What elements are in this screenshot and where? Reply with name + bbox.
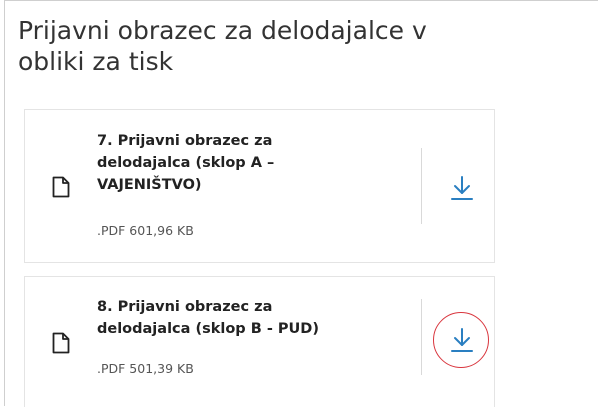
document-title[interactable]: 7. Prijavni obrazec za delodajalca (sklo… bbox=[97, 130, 327, 196]
download-icon bbox=[451, 328, 473, 352]
document-icon bbox=[52, 176, 70, 198]
divider bbox=[421, 148, 422, 224]
document-card: 8. Prijavni obrazec za delodajalca (sklo… bbox=[24, 276, 495, 407]
download-button[interactable] bbox=[433, 160, 491, 218]
document-title[interactable]: 8. Prijavni obrazec za delodajalca (sklo… bbox=[97, 296, 327, 340]
document-card: 7. Prijavni obrazec za delodajalca (sklo… bbox=[24, 109, 495, 263]
documents-panel: Prijavni obrazec za delodajalce v obliki… bbox=[4, 0, 598, 407]
section-title: Prijavni obrazec za delodajalce v obliki… bbox=[18, 16, 427, 76]
download-icon bbox=[451, 176, 473, 200]
file-meta: .PDF 601,96 KB bbox=[97, 223, 194, 238]
divider bbox=[421, 299, 422, 375]
download-button[interactable] bbox=[433, 312, 491, 370]
document-icon bbox=[52, 332, 70, 354]
file-meta: .PDF 501,39 KB bbox=[97, 361, 194, 376]
